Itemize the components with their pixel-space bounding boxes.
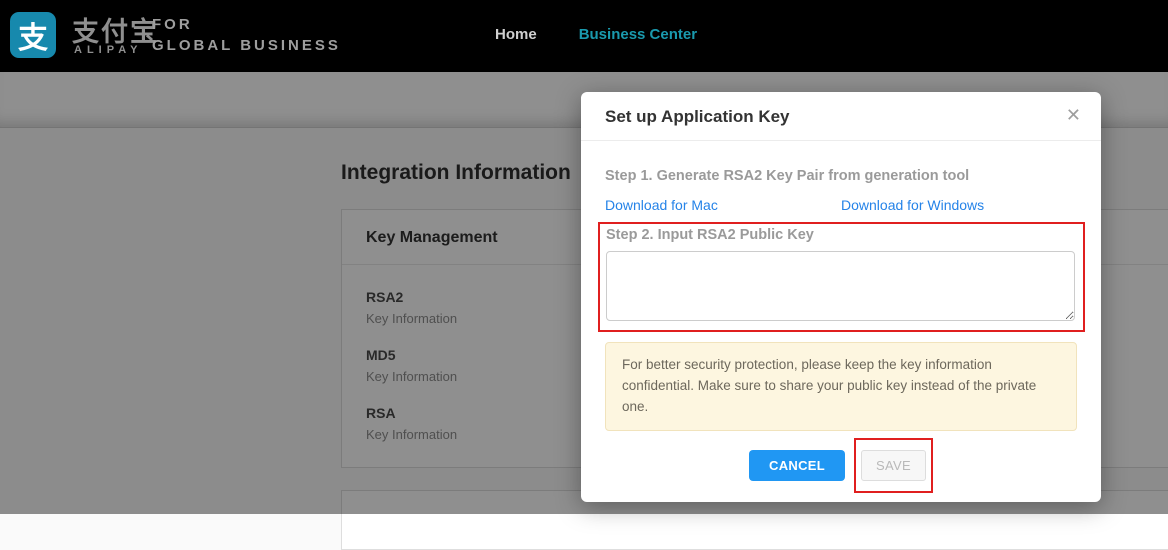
save-button[interactable]: SAVE xyxy=(861,450,926,481)
step2-label: Step 2. Input RSA2 Public Key xyxy=(606,227,1075,243)
cancel-button[interactable]: CANCEL xyxy=(749,450,845,481)
step1-label: Step 1. Generate RSA2 Key Pair from gene… xyxy=(605,168,1077,184)
annotation-rect-step2: Step 2. Input RSA2 Public Key xyxy=(598,222,1085,332)
nav-item-business-center[interactable]: Business Center xyxy=(579,26,697,43)
security-notice: For better security protection, please k… xyxy=(605,342,1077,431)
modal-body: Step 1. Generate RSA2 Key Pair from gene… xyxy=(581,168,1101,493)
tagline-line2: GLOBAL BUSINESS xyxy=(152,35,341,56)
top-header: 支 支付宝 ALIPAY FOR GLOBAL BUSINESS Home Bu… xyxy=(0,0,1168,72)
download-links-row: Download for Mac Download for Windows xyxy=(605,197,1077,215)
close-icon[interactable]: ✕ xyxy=(1066,105,1081,126)
main-nav: Home Business Center xyxy=(495,26,697,43)
rsa2-public-key-textarea[interactable] xyxy=(606,251,1075,321)
download-mac-link[interactable]: Download for Mac xyxy=(605,197,718,213)
annotation-rect-save: SAVE xyxy=(854,438,933,493)
modal-titlebar: Set up Application Key ✕ xyxy=(581,92,1101,141)
nav-item-home[interactable]: Home xyxy=(495,26,537,43)
tagline-line1: FOR xyxy=(152,14,341,35)
modal-button-row: CANCEL SAVE xyxy=(605,438,1077,493)
download-windows-link[interactable]: Download for Windows xyxy=(841,197,984,215)
brand-name-english: ALIPAY xyxy=(74,44,143,56)
brand-tagline: FOR GLOBAL BUSINESS xyxy=(152,14,341,56)
alipay-logo-glyph: 支 xyxy=(18,13,48,57)
setup-application-key-modal: Set up Application Key ✕ Step 1. Generat… xyxy=(581,92,1101,502)
modal-title: Set up Application Key xyxy=(605,107,790,126)
alipay-logo-icon: 支 xyxy=(10,12,56,58)
